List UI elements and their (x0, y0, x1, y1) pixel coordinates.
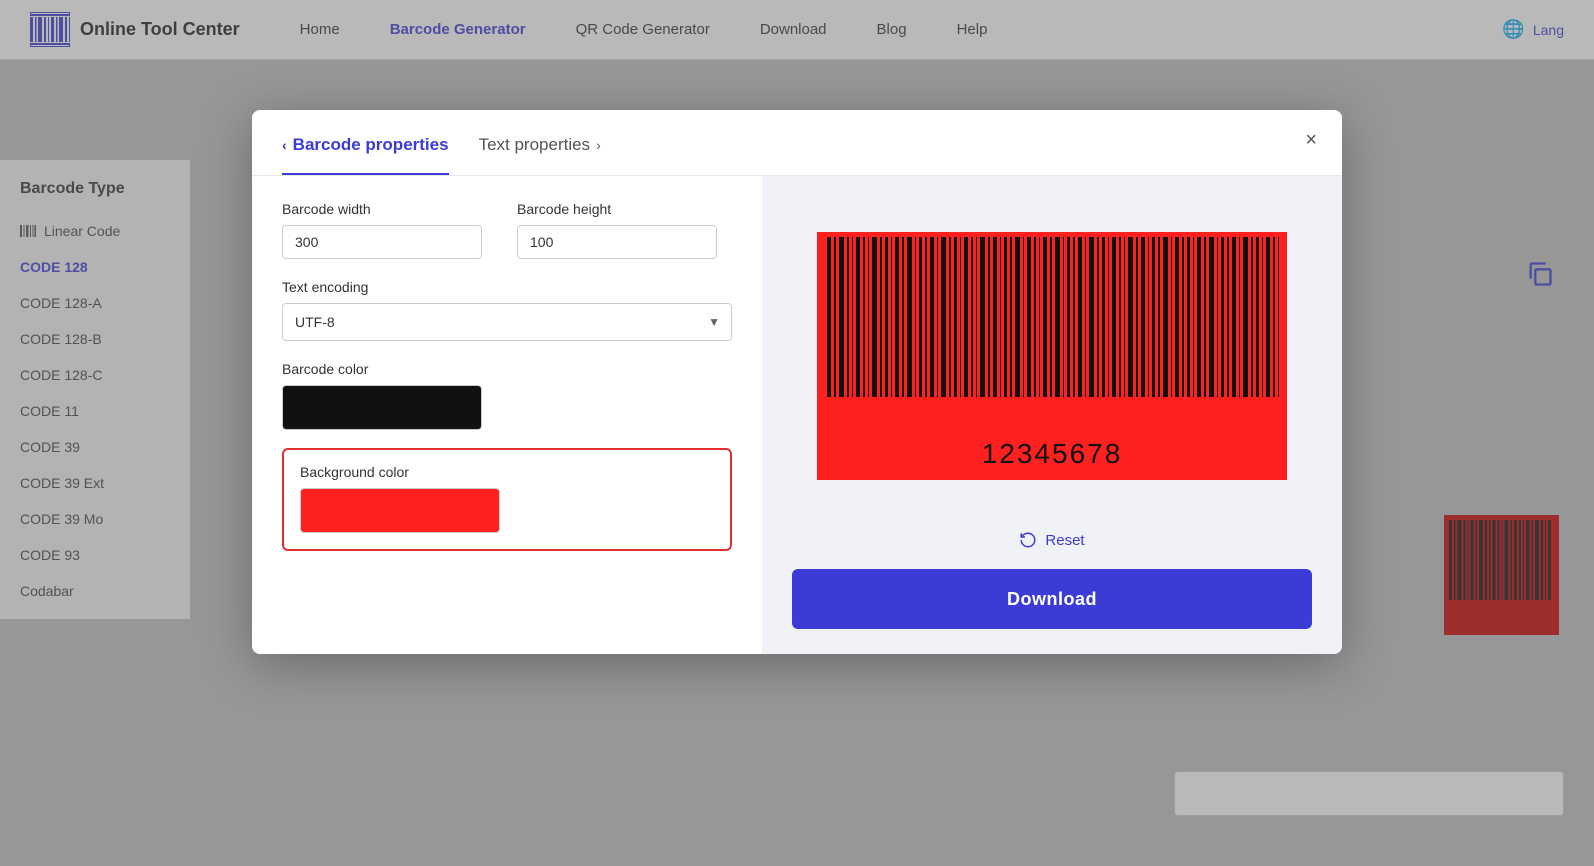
tab-text-label: Text properties (479, 135, 591, 155)
bg-color-swatch[interactable] (300, 488, 500, 533)
barcode-number: 12345678 (817, 432, 1287, 480)
barcode-width-group: Barcode width ▲ ▼ (282, 201, 497, 259)
text-encoding-label: Text encoding (282, 279, 732, 295)
barcode-properties-modal: ‹ Barcode properties Text properties › ×… (252, 110, 1342, 654)
barcode-color-section: Barcode color (282, 361, 732, 430)
tab-barcode-label: Barcode properties (293, 135, 449, 155)
barcode-height-input-wrapper: ▲ ▼ (517, 225, 717, 259)
barcode-width-input[interactable] (283, 226, 482, 258)
tab-barcode-properties[interactable]: ‹ Barcode properties (282, 135, 449, 175)
barcode-svg (817, 232, 1287, 432)
text-encoding-group: Text encoding UTF-8 ▼ (282, 279, 732, 341)
tab-text-properties[interactable]: Text properties › (479, 135, 601, 175)
text-encoding-select-wrapper: UTF-8 ▼ (282, 303, 732, 341)
modal-header: ‹ Barcode properties Text properties › × (252, 110, 1342, 176)
reset-button[interactable]: Reset (1019, 531, 1084, 549)
barcode-color-swatch[interactable] (282, 385, 482, 430)
modal-body: Barcode width ▲ ▼ Barcode height (252, 176, 1342, 654)
barcode-width-label: Barcode width (282, 201, 497, 217)
modal-close-button[interactable]: × (1305, 130, 1317, 150)
text-encoding-select[interactable]: UTF-8 (282, 303, 732, 341)
reset-icon (1019, 531, 1037, 549)
dimensions-row: Barcode width ▲ ▼ Barcode height (282, 201, 732, 259)
barcode-height-label: Barcode height (517, 201, 732, 217)
barcode-height-group: Barcode height ▲ ▼ (517, 201, 732, 259)
barcode-height-input[interactable] (518, 226, 717, 258)
barcode-preview-area: 12345678 (812, 201, 1292, 511)
barcode-svg-wrapper: 12345678 (817, 232, 1287, 480)
modal-left-panel: Barcode width ▲ ▼ Barcode height (252, 176, 762, 654)
bg-color-section: Background color (282, 448, 732, 551)
chevron-left-icon: ‹ (282, 137, 287, 153)
bg-color-label: Background color (300, 464, 714, 480)
download-button[interactable]: Download (792, 569, 1312, 629)
reset-label: Reset (1045, 532, 1084, 549)
modal-right-panel: 12345678 Reset Download (762, 176, 1342, 654)
barcode-width-input-wrapper: ▲ ▼ (282, 225, 482, 259)
barcode-color-label: Barcode color (282, 361, 732, 377)
chevron-right-icon: › (596, 137, 601, 153)
